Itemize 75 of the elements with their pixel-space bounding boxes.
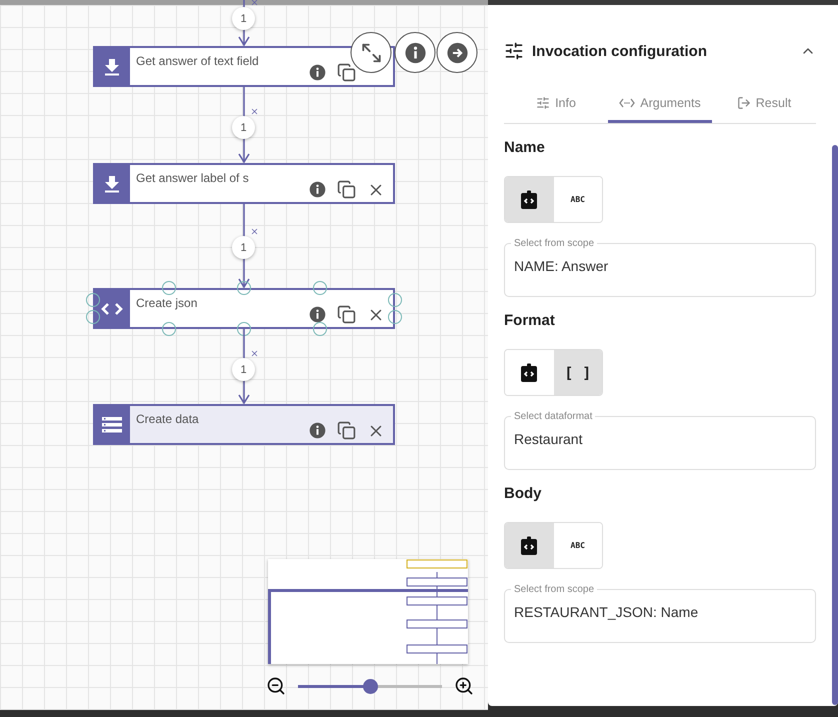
field-label: Select from scope <box>513 584 596 595</box>
expand-button[interactable] <box>350 32 392 73</box>
info-icon <box>404 42 426 64</box>
arrow-right-icon <box>446 42 468 64</box>
scrollbar-thumb[interactable] <box>832 145 838 705</box>
resize-handle[interactable] <box>237 281 251 295</box>
mode-option[interactable]: [ ] <box>554 350 602 395</box>
flow-node[interactable]: Get answer label of s <box>93 163 395 204</box>
edge-count-badge: 1 <box>232 116 255 139</box>
field-value: NAME: Answer <box>514 258 610 274</box>
resize-handle[interactable] <box>237 322 251 336</box>
section-title: Body <box>504 485 542 502</box>
select-field[interactable]: Select dataformat Restaurant <box>504 411 816 470</box>
node-title: Create data <box>135 411 200 428</box>
remove-edge-icon[interactable] <box>250 227 259 236</box>
resize-handle[interactable] <box>312 322 326 336</box>
field-label: Select dataformat <box>513 411 594 422</box>
node-title: Create json <box>135 295 198 312</box>
resize-handle[interactable] <box>86 310 100 324</box>
zoom-in-icon[interactable] <box>454 676 474 696</box>
resize-handle[interactable] <box>86 293 100 308</box>
resize-handle[interactable] <box>388 293 402 308</box>
code-dots-icon <box>619 98 636 108</box>
code-clipboard-icon <box>520 362 538 382</box>
field-value: Restaurant <box>514 431 584 447</box>
field-value: RESTAURANT_JSON: Name <box>514 604 700 620</box>
edge-count-badge: 1 <box>232 358 255 381</box>
remove-edge-icon[interactable] <box>250 107 259 116</box>
resize-handle[interactable] <box>162 322 176 336</box>
download-icon <box>104 174 120 192</box>
info-button[interactable] <box>394 32 436 73</box>
remove-edge-icon[interactable] <box>250 0 259 7</box>
sliders-icon <box>504 41 524 61</box>
remove-edge-icon[interactable] <box>250 349 259 358</box>
copy-icon[interactable] <box>337 63 356 82</box>
resize-handle[interactable] <box>162 281 176 295</box>
info-icon[interactable] <box>309 306 326 323</box>
tab[interactable]: Arguments <box>608 86 712 123</box>
mode-option[interactable] <box>505 177 554 222</box>
info-icon[interactable] <box>309 64 326 81</box>
tab[interactable]: Result <box>712 86 816 123</box>
flow-node[interactable]: Create data <box>93 404 395 445</box>
node-title: Get answer of text field <box>135 53 260 70</box>
section-title: Name <box>504 139 546 156</box>
select-field[interactable]: Select from scope NAME: Answer <box>504 238 816 297</box>
copy-icon[interactable] <box>337 421 356 440</box>
copy-icon[interactable] <box>337 180 356 199</box>
resize-handle[interactable] <box>388 310 402 324</box>
tab[interactable]: Info <box>504 86 608 123</box>
code-clipboard-icon <box>520 190 538 210</box>
edge-count-badge: 1 <box>232 236 255 259</box>
minimap-drawing[interactable] <box>268 559 468 664</box>
export-icon <box>736 96 751 110</box>
edge-count-badge: 1 <box>232 7 255 30</box>
sliders-icon <box>536 96 550 110</box>
flow-node[interactable]: Create json <box>93 288 395 329</box>
download-icon <box>104 58 120 76</box>
expand-icon <box>360 42 382 64</box>
section-title: Format <box>504 312 556 329</box>
slider-thumb[interactable] <box>363 678 378 694</box>
copy-icon[interactable] <box>337 305 356 324</box>
next-button[interactable] <box>436 32 478 73</box>
code-clipboard-icon <box>520 536 538 556</box>
select-field[interactable]: Select from scope RESTAURANT_JSON: Name <box>504 584 816 643</box>
flow-node[interactable]: Get answer of text field <box>93 46 395 87</box>
field-label: Select from scope <box>513 238 596 249</box>
node-title: Get answer label of s <box>135 170 250 187</box>
mode-option[interactable] <box>505 523 554 568</box>
info-icon[interactable] <box>309 181 326 198</box>
code-icon <box>100 302 122 316</box>
info-icon[interactable] <box>309 422 326 439</box>
list-icon <box>102 416 122 432</box>
resize-handle[interactable] <box>312 281 326 295</box>
panel-title: Invocation configuration <box>532 42 708 60</box>
zoom-out-icon[interactable] <box>266 676 286 696</box>
